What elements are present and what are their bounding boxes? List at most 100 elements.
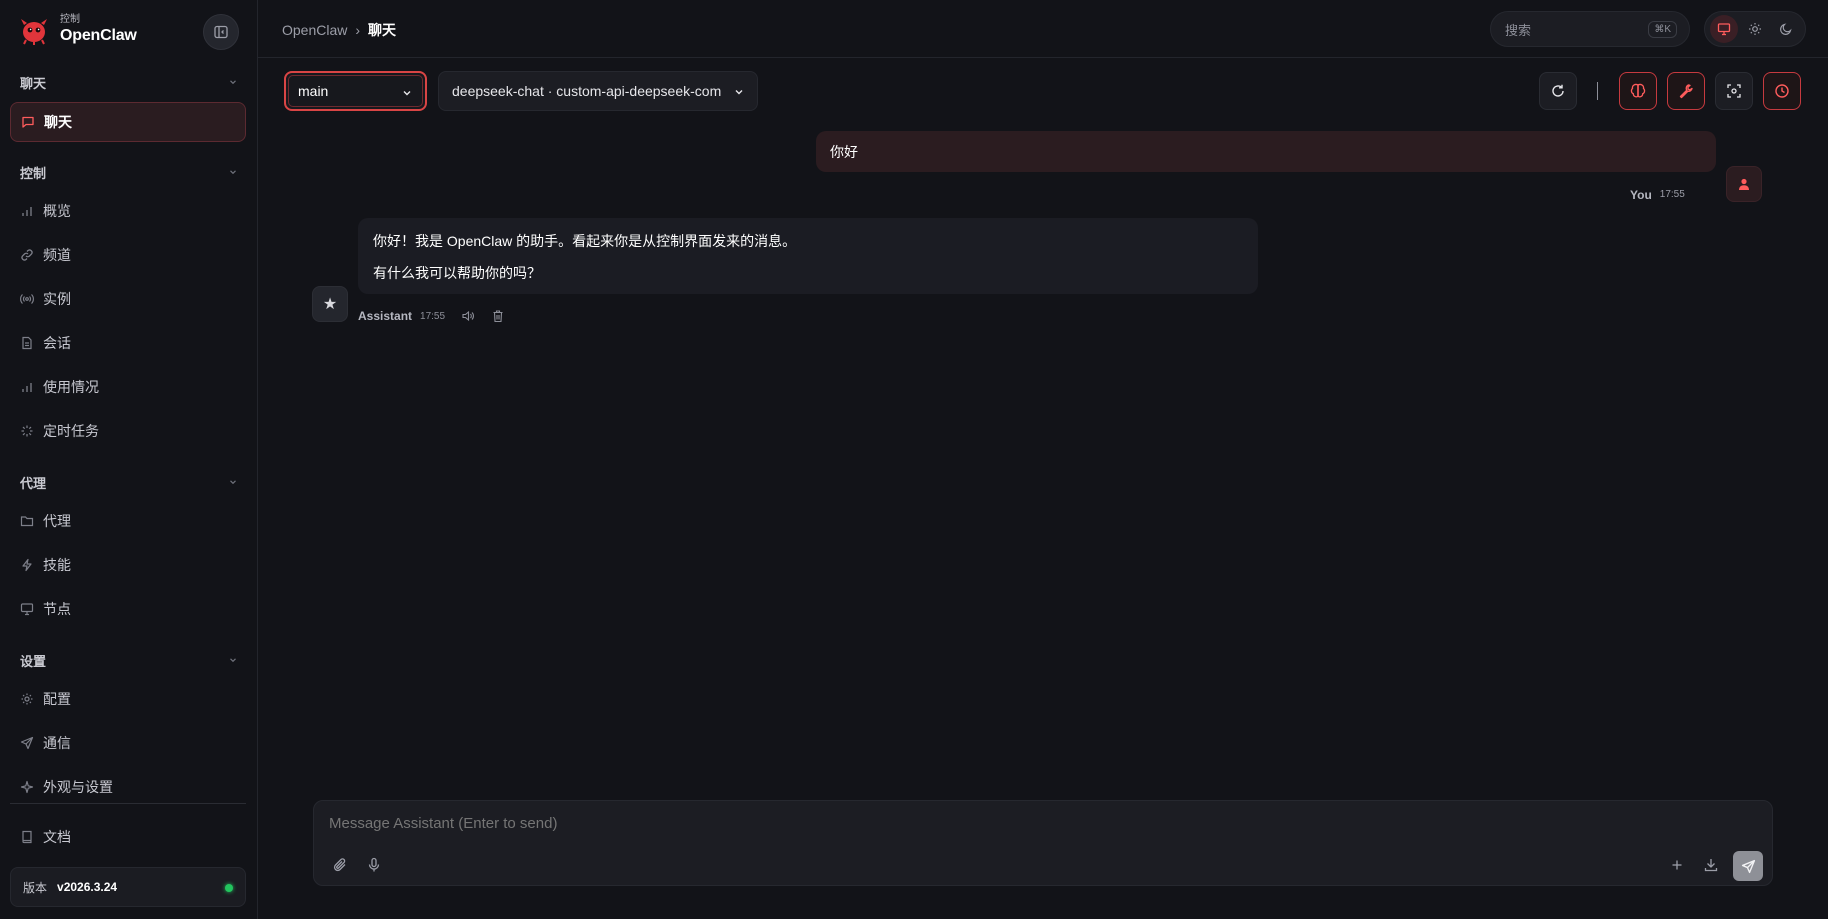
- openclaw-logo-icon: [21, 19, 47, 45]
- search-placeholder: 搜索: [1505, 22, 1532, 38]
- assistant-message-bubble: 你好！我是 OpenClaw 的助手。看起来你是从控制界面发来的消息。 有什么我…: [358, 218, 1258, 294]
- message-input[interactable]: [329, 815, 1629, 832]
- book-icon: [22, 830, 32, 844]
- refresh-icon: [1552, 84, 1564, 97]
- section-header-settings[interactable]: 设置: [20, 650, 238, 670]
- export-button[interactable]: [1702, 856, 1720, 874]
- toolbar-divider: [1597, 82, 1598, 100]
- version-info: 版本 v2026.3.24: [10, 867, 246, 907]
- brand-subtitle: 控制: [60, 14, 80, 25]
- sidebar-item-cron[interactable]: 定时任务: [10, 411, 246, 451]
- theme-dark-button[interactable]: [1772, 15, 1800, 43]
- sidebar-item-label: 使用情况: [43, 379, 99, 395]
- sidebar-item-overview[interactable]: 概览: [10, 191, 246, 231]
- theme-system-button[interactable]: [1710, 15, 1739, 43]
- new-session-button[interactable]: [1668, 856, 1686, 874]
- send-icon: [1741, 859, 1755, 873]
- history-button[interactable]: [1763, 72, 1801, 110]
- user-avatar: [1726, 166, 1762, 202]
- paperclip-icon: [333, 858, 346, 872]
- user-message-bubble: 你好: [816, 131, 1716, 172]
- sidebar-item-communication[interactable]: 通信: [10, 723, 246, 763]
- monitor-icon: [20, 603, 34, 616]
- agent-select-value: main: [298, 83, 329, 99]
- assistant-avatar: ★: [312, 286, 348, 322]
- sidebar-item-chat[interactable]: 聊天: [10, 102, 246, 142]
- connection-status-dot: [225, 884, 233, 892]
- chevron-down-icon: [403, 91, 411, 96]
- sidebar-item-skills[interactable]: 技能: [10, 545, 246, 585]
- assistant-sender-name: Assistant: [358, 309, 413, 323]
- user-message-time: 17:55: [1659, 189, 1685, 200]
- gear-icon: [21, 693, 33, 705]
- sparkle-icon: [20, 780, 34, 794]
- link-icon: [21, 249, 33, 261]
- sidebar-collapse-button[interactable]: [203, 14, 239, 50]
- breadcrumb-separator: ›: [355, 22, 361, 38]
- send-button[interactable]: [1733, 851, 1763, 881]
- section-header-chat[interactable]: 聊天: [20, 72, 238, 92]
- version-label: 版本: [23, 880, 48, 895]
- folder-icon: [20, 516, 34, 527]
- agent-select[interactable]: main: [284, 71, 427, 111]
- sidebar-item-appearance[interactable]: 外观与设置: [10, 767, 246, 807]
- breadcrumb-current: 聊天: [368, 22, 397, 38]
- download-icon: [1704, 859, 1718, 872]
- sidebar-divider: [10, 803, 246, 804]
- refresh-button[interactable]: [1539, 72, 1577, 110]
- assistant-message-line: 你好！我是 OpenClaw 的助手。看起来你是从控制界面发来的消息。: [373, 233, 797, 249]
- sidebar-item-label: 外观与设置: [43, 779, 113, 795]
- sidebar-item-label: 配置: [43, 691, 71, 707]
- assistant-message-line: 有什么我可以帮助你的吗？: [373, 265, 541, 281]
- sidebar-item-label: 代理: [43, 513, 71, 529]
- user-message-meta: You 17:55: [1630, 188, 1685, 202]
- sidebar-item-label: 会话: [43, 335, 71, 351]
- model-select[interactable]: deepseek-chat · custom-api-deepseek-com: [438, 71, 758, 111]
- section-title: 聊天: [20, 75, 47, 91]
- brand[interactable]: 控制 OpenClaw: [18, 14, 137, 46]
- chevron-down-icon: [230, 480, 236, 485]
- sidebar: 控制 OpenClaw 聊天 聊天 控制 概览 频道 实例 会话 使用情况 定时…: [0, 0, 258, 919]
- send-icon: [20, 736, 34, 750]
- delete-icon[interactable]: [491, 309, 505, 323]
- radio-icon: [20, 294, 34, 304]
- sidebar-item-config[interactable]: 配置: [10, 679, 246, 719]
- monitor-icon: [1718, 23, 1731, 36]
- chevron-down-icon: [735, 90, 743, 95]
- brand-name: OpenClaw: [60, 27, 137, 44]
- tools-toggle-button[interactable]: [1667, 72, 1705, 110]
- sidebar-item-instances[interactable]: 实例: [10, 279, 246, 319]
- search-input[interactable]: 搜索 ⌘K: [1490, 11, 1690, 47]
- user-sender-name: You: [1630, 188, 1652, 202]
- breadcrumb: OpenClaw › 聊天: [282, 20, 396, 40]
- sidebar-item-channels[interactable]: 频道: [10, 235, 246, 275]
- sidebar-item-label: 通信: [43, 735, 71, 751]
- assistant-message-time: 17:55: [420, 310, 446, 322]
- top-bar: OpenClaw › 聊天 搜索 ⌘K: [258, 0, 1828, 58]
- focus-mode-button[interactable]: [1715, 72, 1753, 110]
- section-header-agents[interactable]: 代理: [20, 472, 238, 492]
- thinking-toggle-button[interactable]: [1619, 72, 1657, 110]
- plus-icon: [1672, 860, 1682, 870]
- sidebar-item-usage[interactable]: 使用情况: [10, 367, 246, 407]
- sidebar-item-docs[interactable]: 文档: [10, 817, 246, 857]
- model-select-value: deepseek-chat · custom-api-deepseek-com: [452, 83, 722, 99]
- message-composer: [313, 800, 1773, 886]
- sidebar-item-nodes[interactable]: 节点: [10, 589, 246, 629]
- chevron-down-icon: [230, 658, 236, 663]
- voice-input-button[interactable]: [365, 856, 383, 874]
- brain-icon: [1630, 83, 1646, 98]
- speaker-icon[interactable]: [461, 309, 475, 323]
- sidebar-item-agents[interactable]: 代理: [10, 501, 246, 541]
- breadcrumb-root[interactable]: OpenClaw: [282, 22, 347, 38]
- theme-switch: [1704, 11, 1806, 47]
- search-shortcut: ⌘K: [1648, 21, 1677, 38]
- section-header-control[interactable]: 控制: [20, 162, 238, 182]
- assistant-message-meta: Assistant 17:55: [358, 309, 505, 323]
- theme-light-button[interactable]: [1741, 15, 1769, 43]
- attach-button[interactable]: [331, 856, 349, 874]
- clock-icon: [1775, 84, 1789, 98]
- section-title: 代理: [20, 475, 47, 491]
- sidebar-item-sessions[interactable]: 会话: [10, 323, 246, 363]
- sidebar-item-label: 技能: [43, 557, 71, 573]
